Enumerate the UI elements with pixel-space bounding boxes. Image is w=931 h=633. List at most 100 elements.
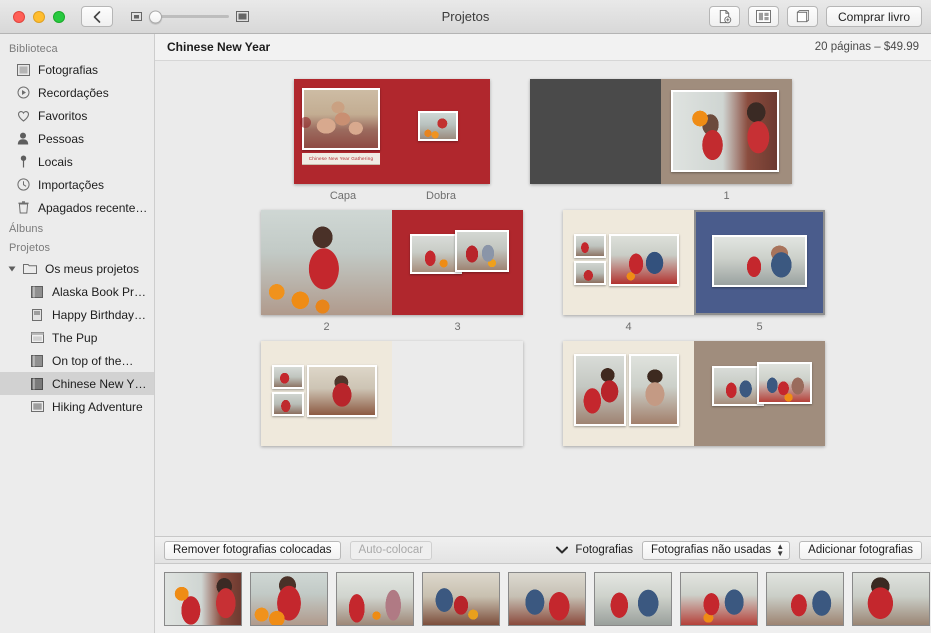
sidebar-item-label: Os meus projetos: [45, 262, 139, 276]
page-dobra[interactable]: [392, 79, 490, 184]
photo-filmstrip[interactable]: [155, 563, 931, 633]
sidebar-item-label: Recordações: [38, 86, 109, 100]
page-3[interactable]: [392, 210, 523, 315]
page-blank-left[interactable]: [530, 79, 661, 184]
page-8-photo-2[interactable]: [629, 354, 679, 426]
spread-6-7[interactable]: [261, 341, 523, 446]
page-5[interactable]: [694, 210, 825, 315]
slider-knob[interactable]: [149, 10, 162, 23]
add-page-icon: [717, 9, 732, 24]
book-canvas[interactable]: Chinese New Year Gathering Capa: [155, 61, 931, 536]
project-header: Chinese New Year 20 páginas – $49.99: [155, 34, 931, 61]
page-6-photo-1[interactable]: [272, 365, 304, 389]
page-9-photo-2[interactable]: [757, 362, 812, 404]
sidebar-item-label: Favoritos: [38, 109, 87, 123]
layout-icon: [756, 10, 771, 23]
chevron-down-icon[interactable]: [556, 541, 568, 559]
sidebar-section-library: Biblioteca: [0, 39, 154, 58]
add-photos-button[interactable]: Adicionar fotografias: [799, 541, 922, 560]
sidebar-item-os-meus-projetos[interactable]: Os meus projetos: [0, 257, 154, 280]
page-4[interactable]: [563, 210, 694, 315]
page-3-photo-2[interactable]: [455, 230, 509, 272]
sidebar-item-locais[interactable]: Locais: [0, 150, 154, 173]
sidebar-item-favoritos[interactable]: Favoritos: [0, 104, 154, 127]
thumb-9[interactable]: [852, 572, 930, 626]
thumb-4[interactable]: [422, 572, 500, 626]
spine-photo[interactable]: [418, 111, 458, 141]
sidebar-item-on-top-of-the[interactable]: On top of the…: [0, 349, 154, 372]
page-6-photo-3[interactable]: [307, 365, 377, 417]
label-dobra: Dobra: [392, 190, 490, 202]
card-icon: [30, 308, 44, 322]
remove-placed-photos-button[interactable]: Remover fotografias colocadas: [164, 541, 341, 560]
page-6[interactable]: [261, 341, 392, 446]
sidebar-item-chinese-new-year[interactable]: Chinese New Y…: [0, 372, 154, 395]
page-title: Chinese New Year: [167, 40, 270, 54]
thumbnail-size-slider[interactable]: [131, 10, 249, 23]
sidebar-item-happy-birthday[interactable]: Happy Birthday…: [0, 303, 154, 326]
background-button[interactable]: [787, 6, 818, 27]
sidebar-item-alaska-book-project[interactable]: Alaska Book Pr…: [0, 280, 154, 303]
thumb-8[interactable]: [766, 572, 844, 626]
sidebar-item-pessoas[interactable]: Pessoas: [0, 127, 154, 150]
close-button[interactable]: [13, 11, 25, 23]
sidebar-item-recordacoes[interactable]: Recordações: [0, 81, 154, 104]
add-page-button[interactable]: [709, 6, 740, 27]
disclosure-triangle-icon[interactable]: [7, 265, 16, 273]
sidebar-item-apagados-recentemente[interactable]: Apagados recente…: [0, 196, 154, 219]
page-2[interactable]: [261, 210, 392, 315]
page-8-photo-1[interactable]: [574, 354, 626, 426]
thumb-2[interactable]: [250, 572, 328, 626]
sidebar-item-fotografias[interactable]: Fotografias: [0, 58, 154, 81]
sidebar-item-label: Happy Birthday…: [52, 308, 146, 322]
chevron-left-icon: [93, 11, 101, 23]
cover-photo[interactable]: [302, 88, 380, 150]
sidebar-item-label: Locais: [38, 155, 73, 169]
memories-icon: [16, 86, 30, 100]
spread-2-3[interactable]: [261, 210, 523, 315]
page-4-photo-2[interactable]: [574, 261, 606, 285]
thumb-3[interactable]: [336, 572, 414, 626]
page-5-photo[interactable]: [712, 235, 807, 287]
project-meta: 20 páginas – $49.99: [815, 41, 919, 53]
sidebar-item-hiking-adventure[interactable]: Hiking Adventure: [0, 395, 154, 418]
page-capa[interactable]: Chinese New Year Gathering: [294, 79, 392, 184]
spread-8-9[interactable]: [563, 341, 825, 446]
thumb-5[interactable]: [508, 572, 586, 626]
cover-caption[interactable]: Chinese New Year Gathering: [302, 153, 380, 165]
sidebar-item-the-pup[interactable]: The Pup: [0, 326, 154, 349]
main-content: Chinese New Year 20 páginas – $49.99 Chi…: [155, 34, 931, 633]
thumb-7[interactable]: [680, 572, 758, 626]
layout-options-button[interactable]: [748, 6, 779, 27]
page-6-photo-2[interactable]: [272, 392, 304, 416]
spread-4-5-wrap: 4 5: [563, 210, 825, 333]
spread-cover[interactable]: Chinese New Year Gathering: [294, 79, 490, 184]
thumb-6[interactable]: [594, 572, 672, 626]
spread-4-5[interactable]: [563, 210, 825, 315]
page-9[interactable]: [694, 341, 825, 446]
person-icon: [16, 132, 30, 146]
photo-filter-popup[interactable]: Fotografias não usadas ▲▼: [642, 541, 790, 560]
spread-6-7-wrap: [261, 341, 523, 452]
zoom-button[interactable]: [53, 11, 65, 23]
spread-1[interactable]: [530, 79, 792, 184]
page-1-photo[interactable]: [671, 90, 779, 172]
page-4-photo-3[interactable]: [609, 234, 679, 286]
sidebar-item-label: On top of the…: [52, 354, 133, 368]
page-7[interactable]: [392, 341, 523, 446]
autofill-button[interactable]: Auto-colocar: [350, 541, 433, 560]
buy-book-button[interactable]: Comprar livro: [826, 6, 922, 27]
sidebar-section-projects: Projetos: [0, 238, 154, 257]
slider-track[interactable]: [149, 15, 229, 18]
spread-1-labels: 1: [530, 190, 792, 202]
page-4-photo-1[interactable]: [574, 234, 606, 258]
slideshow-icon: [30, 400, 44, 414]
sidebar-item-label: Apagados recente…: [38, 201, 147, 215]
sidebar-item-importacoes[interactable]: Importações: [0, 173, 154, 196]
back-button[interactable]: [81, 6, 113, 27]
page-8[interactable]: [563, 341, 694, 446]
thumb-1[interactable]: [164, 572, 242, 626]
minimize-button[interactable]: [33, 11, 45, 23]
page-1[interactable]: [661, 79, 792, 184]
sidebar[interactable]: Biblioteca Fotografias Recordações Favor…: [0, 34, 155, 633]
